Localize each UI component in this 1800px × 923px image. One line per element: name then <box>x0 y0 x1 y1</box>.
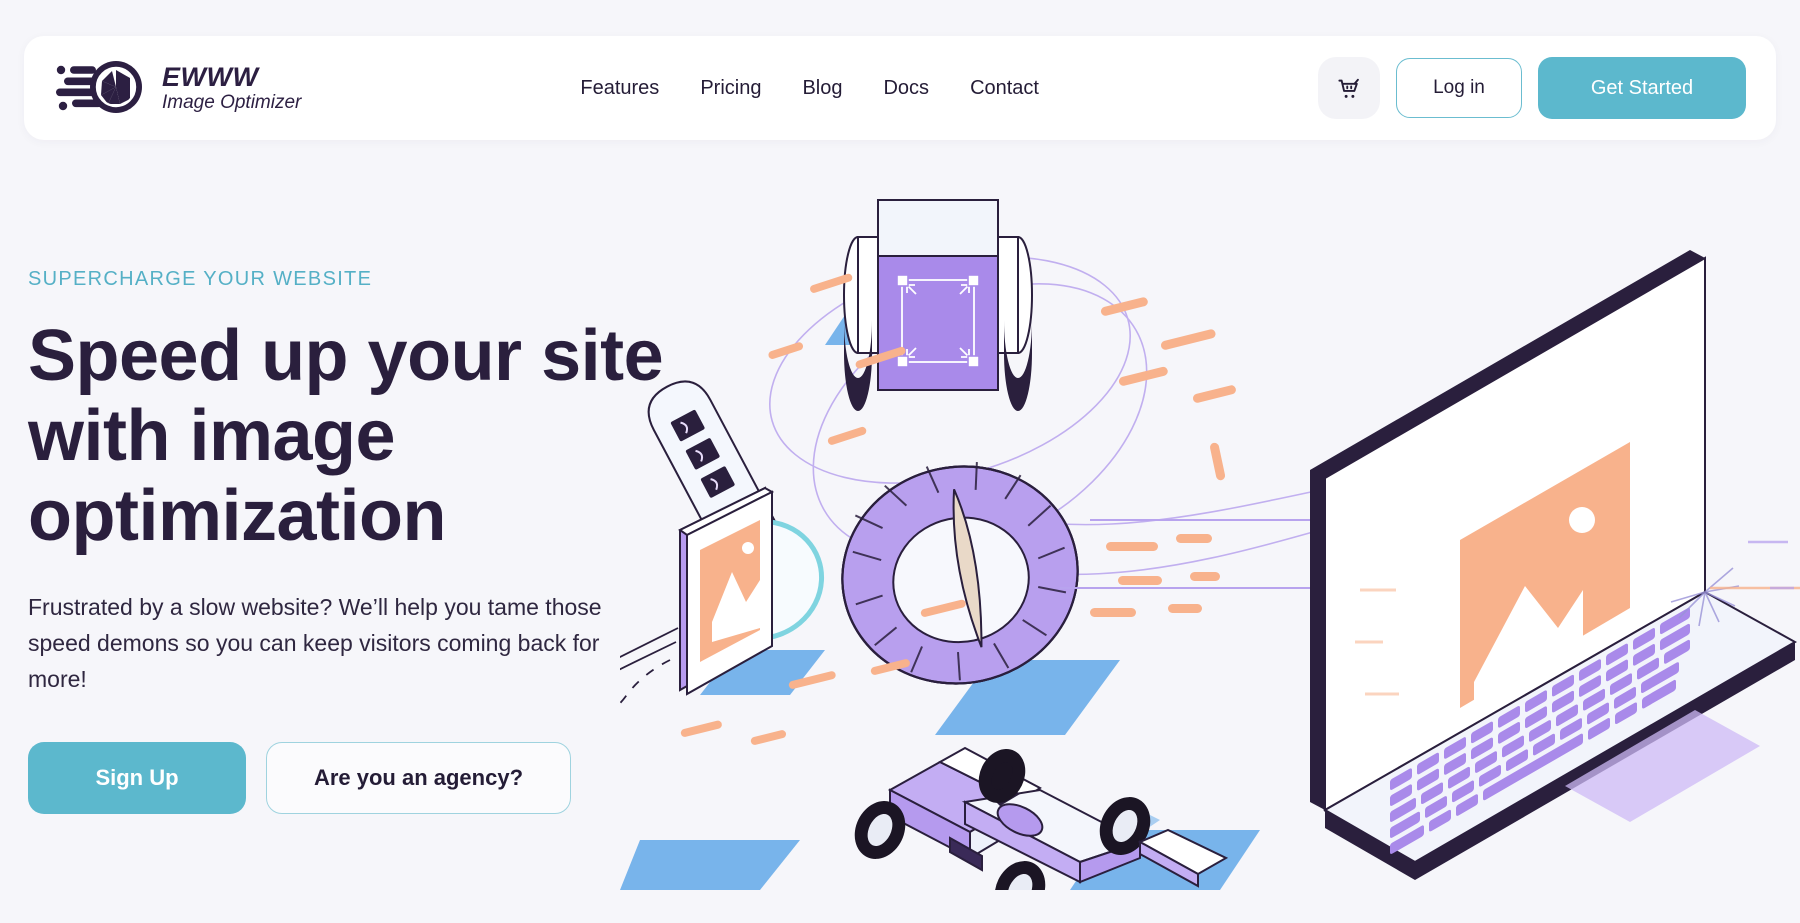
login-button[interactable]: Log in <box>1396 58 1522 118</box>
page-title: Speed up your site with image optimizati… <box>28 316 664 556</box>
brand-text: EWWW Image Optimizer <box>162 63 301 112</box>
purple-rails <box>1060 519 1320 589</box>
hero-illustration <box>620 199 1800 890</box>
nav-item-blog[interactable]: Blog <box>802 77 842 100</box>
main-navigation: Features Pricing Blog Docs Contact <box>580 77 1039 100</box>
brand-tagline: Image Optimizer <box>162 91 302 113</box>
brand-logo[interactable]: EWWW Image Optimizer <box>54 57 301 119</box>
nav-item-contact[interactable]: Contact <box>970 77 1039 100</box>
sign-up-button[interactable]: Sign Up <box>28 741 246 814</box>
hero-content: SUPERCHARGE YOUR WEBSITE Speed up your s… <box>28 268 708 814</box>
speed-lines-aperture-icon <box>56 61 142 113</box>
isometric-laptop <box>1310 250 1800 880</box>
brand-name: EWWW <box>162 62 259 93</box>
header-actions: Log in Get Started <box>1318 57 1746 119</box>
formula-one-race-car <box>854 746 1229 890</box>
shopping-cart-icon <box>1337 78 1359 98</box>
cart-button[interactable] <box>1318 57 1380 119</box>
motion-trail <box>620 627 679 705</box>
hero-cta-row: Sign Up Are you an agency? <box>28 741 708 814</box>
nav-item-features[interactable]: Features <box>580 77 659 100</box>
agency-button[interactable]: Are you an agency? <box>266 741 571 814</box>
hero-eyebrow: SUPERCHARGE YOUR WEBSITE <box>28 268 373 290</box>
compress-resize-tool <box>843 199 1033 411</box>
get-started-button[interactable]: Get Started <box>1538 57 1746 119</box>
site-header: EWWW Image Optimizer Features Pricing Bl… <box>24 36 1776 140</box>
nav-item-docs[interactable]: Docs <box>883 77 929 100</box>
hero-subtext: Frustrated by a slow website? We’ll help… <box>28 593 602 693</box>
nav-item-pricing[interactable]: Pricing <box>700 77 761 100</box>
